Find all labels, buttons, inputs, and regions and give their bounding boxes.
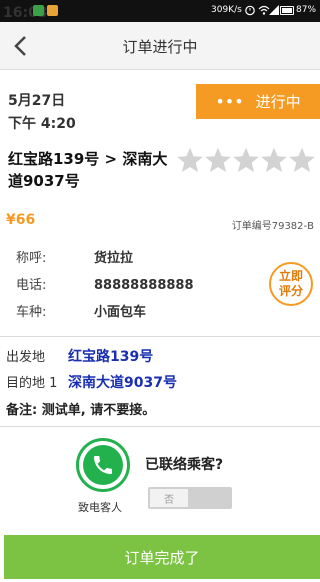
notification-app-icon [47, 5, 58, 16]
rate-now-button[interactable]: 立即 评分 [269, 262, 313, 306]
rate-now-line1: 立即 [278, 269, 303, 283]
rate-now-line2: 评分 [278, 284, 303, 298]
toggle-knob: 否 [150, 489, 188, 507]
star-icon[interactable] [204, 146, 232, 174]
battery-icon [280, 6, 294, 15]
origin-address: 红宝路139号 [68, 349, 154, 365]
order-number: 订单编号79382-B [231, 221, 314, 232]
notification-app-icon [33, 5, 44, 16]
star-icon[interactable] [260, 146, 288, 174]
contacted-question: 已联络乘客? [145, 457, 224, 473]
passenger-name-row: 称呼: 货拉拉 [16, 247, 133, 266]
status-bar: 16:03 309K/s 87% [0, 0, 320, 22]
destination-label: 目的地 1 [6, 376, 58, 391]
network-speed: 309K/s [211, 5, 242, 15]
order-price: ¥66 [6, 212, 36, 228]
vehicle-type: 小面包车 [94, 305, 147, 320]
destination-address: 深南大道9037号 [68, 375, 177, 391]
order-status-button[interactable]: ••• 进行中 [196, 84, 320, 119]
contacted-toggle[interactable]: 否 [148, 487, 232, 509]
passenger-name-label: 称呼: [16, 251, 47, 266]
order-date: 5月27日 [8, 93, 66, 109]
passenger-phone-label: 电话: [16, 278, 47, 293]
dots-icon: ••• [215, 92, 244, 111]
passenger-phone-row: 电话: 88888888888 [16, 274, 194, 293]
battery-level: 87% [296, 5, 317, 15]
passenger-name: 货拉拉 [94, 251, 134, 266]
vehicle-type-label: 车种: [16, 305, 47, 320]
destination-row: 目的地 1 深南大道9037号 [6, 372, 177, 392]
star-icon[interactable] [232, 146, 260, 174]
passenger-phone[interactable]: 88888888888 [94, 278, 194, 293]
signal-icon [269, 5, 279, 15]
vehicle-type-row: 车种: 小面包车 [16, 301, 146, 320]
star-icon[interactable] [176, 146, 204, 174]
phone-icon [94, 456, 112, 474]
divider [0, 426, 320, 427]
alarm-icon [245, 5, 255, 16]
call-customer-label: 致电客人 [78, 501, 122, 514]
origin-row: 出发地 红宝路139号 [6, 346, 153, 366]
order-status-label: 进行中 [255, 93, 301, 111]
origin-label: 出发地 [6, 350, 46, 365]
divider [0, 336, 320, 337]
star-icon[interactable] [288, 146, 316, 174]
order-complete-button[interactable]: 订单完成了 [4, 535, 320, 579]
call-customer-button[interactable] [76, 438, 130, 492]
page-title: 订单进行中 [122, 38, 198, 56]
order-time: 下午 4:20 [8, 116, 76, 132]
route-text: 红宝路139号 > 深南大道9037号 [8, 150, 168, 190]
app-header: 订单进行中 [0, 22, 320, 70]
order-remark: 备注: 测试单, 请不要接。 [6, 403, 156, 418]
rating-stars[interactable] [176, 146, 316, 174]
